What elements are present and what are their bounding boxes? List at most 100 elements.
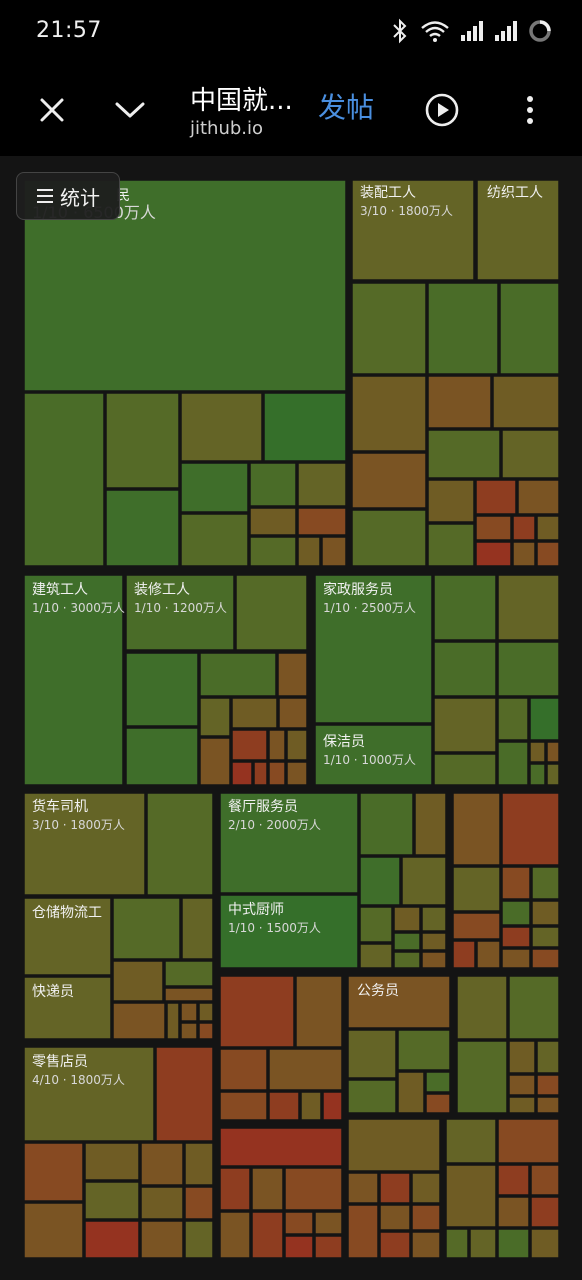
treemap-tile[interactable] [379, 1204, 411, 1231]
treemap-tile[interactable] [231, 697, 278, 729]
treemap-tile[interactable] [531, 900, 560, 926]
treemap-tile[interactable] [268, 761, 286, 786]
treemap-tile[interactable] [414, 792, 447, 856]
treemap-tile[interactable] [180, 462, 249, 513]
treemap-tile[interactable] [359, 906, 393, 943]
treemap-tile[interactable] [112, 1002, 166, 1040]
treemap-tile[interactable] [508, 1096, 536, 1114]
treemap-tile[interactable] [23, 1202, 84, 1259]
treemap-tile[interactable] [198, 1022, 214, 1040]
treemap-tile[interactable] [359, 792, 414, 856]
treemap-tile[interactable] [529, 697, 560, 741]
treemap-tile[interactable] [411, 1172, 441, 1204]
more-button[interactable] [504, 84, 556, 136]
treemap-tile[interactable] [508, 1074, 536, 1096]
treemap-tile[interactable] [84, 1142, 140, 1181]
treemap-tile[interactable] [497, 1118, 560, 1164]
treemap-tile[interactable] [497, 1228, 530, 1259]
treemap-tile[interactable] [277, 652, 308, 697]
treemap-tile[interactable] [536, 515, 560, 541]
treemap-tile[interactable] [84, 1220, 140, 1259]
treemap-tile[interactable] [427, 282, 499, 375]
treemap-tile[interactable] [278, 697, 308, 729]
treemap-tile[interactable] [219, 1167, 251, 1211]
treemap-tile[interactable] [297, 462, 347, 507]
treemap-tile[interactable] [105, 392, 180, 489]
treemap-tile[interactable] [499, 282, 560, 375]
treemap-tile[interactable] [347, 1204, 379, 1259]
treemap-tile[interactable] [421, 906, 447, 932]
treemap-tile[interactable] [433, 753, 497, 786]
treemap-tile[interactable] [125, 652, 199, 727]
treemap-tile[interactable] [530, 1164, 560, 1196]
treemap-tile[interactable] [231, 729, 268, 761]
treemap-tile[interactable] [125, 727, 199, 786]
treemap-tile[interactable] [235, 574, 308, 651]
treemap-tile[interactable] [427, 429, 501, 479]
treemap-tile[interactable] [23, 392, 105, 567]
treemap-tile[interactable] [184, 1186, 214, 1220]
treemap-tile[interactable] [411, 1204, 441, 1231]
treemap-tile[interactable] [351, 282, 427, 375]
treemap-tile[interactable] [411, 1231, 441, 1259]
treemap-tile[interactable] [198, 1002, 214, 1022]
treemap-tile[interactable] [452, 940, 476, 969]
treemap-tile[interactable] [501, 948, 531, 969]
treemap-tile[interactable] [297, 507, 347, 536]
treemap-tile[interactable] [393, 906, 421, 932]
treemap-tile[interactable] [508, 1040, 536, 1074]
treemap-tile[interactable] [351, 375, 427, 452]
treemap-tile[interactable] [249, 507, 297, 536]
treemap-tile[interactable] [492, 375, 560, 429]
treemap-tile[interactable] [393, 951, 421, 969]
treemap-tile[interactable] [251, 1211, 284, 1259]
treemap-tile[interactable] [268, 729, 286, 761]
treemap-tile[interactable] [452, 866, 501, 912]
treemap-tile[interactable] [166, 1002, 180, 1040]
treemap-tile[interactable] [397, 1029, 451, 1071]
treemap-tile[interactable] [425, 1071, 451, 1093]
treemap-tile[interactable] [508, 975, 560, 1040]
treemap-tile[interactable] [501, 866, 531, 900]
treemap-tile[interactable] [421, 951, 447, 969]
treemap-tile[interactable] [249, 536, 297, 567]
treemap-tile[interactable] [512, 541, 536, 567]
post-button[interactable]: 发帖 [318, 86, 374, 126]
treemap-tile[interactable] [393, 932, 421, 951]
treemap-tile[interactable] [347, 1079, 397, 1114]
treemap-tile[interactable] [529, 763, 546, 786]
treemap-tile[interactable] [180, 392, 263, 462]
treemap-tile[interactable] [314, 1211, 343, 1235]
treemap-tile[interactable] [517, 479, 560, 515]
treemap-tile[interactable] [180, 1002, 198, 1022]
treemap-tile[interactable] [146, 792, 214, 896]
treemap-tile[interactable] [501, 926, 531, 948]
treemap-tile[interactable] [456, 975, 508, 1040]
treemap-tile[interactable] [286, 729, 308, 761]
treemap-tile[interactable] [536, 1040, 560, 1074]
treemap-tile[interactable] [433, 574, 497, 641]
treemap-tile[interactable] [180, 1022, 198, 1040]
treemap-tile[interactable] [530, 1196, 560, 1228]
stats-button[interactable]: 统计 [16, 172, 120, 220]
treemap-tile[interactable] [529, 741, 546, 763]
treemap-tile[interactable] [219, 1091, 268, 1121]
close-button[interactable] [26, 84, 78, 136]
treemap-tile[interactable] [199, 697, 231, 737]
treemap-tile[interactable] [359, 943, 393, 969]
treemap-tile[interactable] [164, 987, 214, 1002]
treemap-tile[interactable] [297, 536, 321, 567]
treemap-tile[interactable] [347, 1172, 379, 1204]
treemap-tile[interactable] [268, 1091, 300, 1121]
treemap-tile[interactable] [300, 1091, 322, 1121]
treemap-tile[interactable] [546, 763, 560, 786]
treemap-tile[interactable] [284, 1167, 343, 1211]
treemap-tile[interactable] [140, 1220, 184, 1259]
treemap-tile[interactable] [452, 792, 501, 866]
treemap-tile[interactable] [219, 1211, 251, 1259]
treemap-tile[interactable] [268, 1048, 343, 1091]
treemap-tile[interactable] [427, 479, 475, 523]
treemap-tile[interactable] [112, 960, 164, 1002]
treemap-tile[interactable] [531, 866, 560, 900]
treemap-tile[interactable] [84, 1181, 140, 1220]
